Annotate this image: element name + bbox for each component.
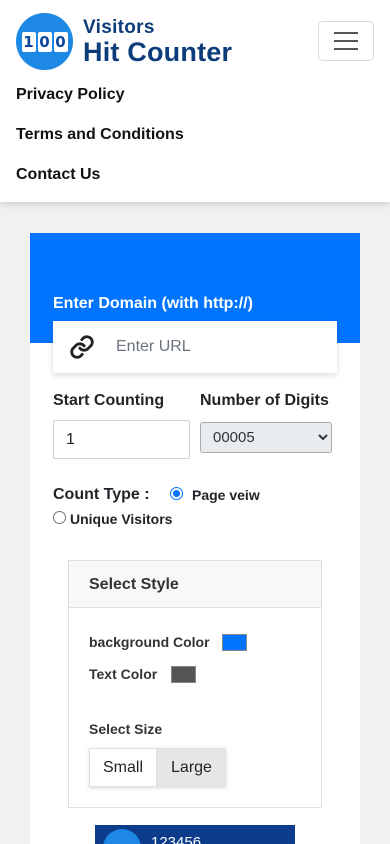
url-input[interactable]	[111, 338, 321, 356]
radio-unique-visitors-label: Unique Visitors	[70, 511, 173, 527]
hamburger-icon-bar	[334, 48, 358, 50]
select-style-title: Select Style	[89, 576, 179, 593]
logo-digit: 1	[21, 31, 36, 52]
size-small-button[interactable]: Small	[89, 748, 158, 787]
menu-toggle-button[interactable]	[318, 21, 374, 61]
select-style-card: Select Style background Color Text Color…	[68, 560, 322, 808]
counter-preview-number: 123456	[151, 834, 202, 844]
navbar: 1 0 0 Visitors Hit Counter Privacy Polic…	[0, 0, 390, 202]
link-icon	[53, 321, 111, 373]
size-large-button[interactable]: Large	[157, 748, 226, 787]
radio-page-view[interactable]	[170, 487, 183, 500]
logo-line-hit-counter: Hit Counter	[83, 36, 233, 67]
logo-text: Visitors Hit Counter	[83, 16, 233, 67]
size-button-group: Small Large	[89, 748, 226, 787]
text-color-label: Text Color	[89, 666, 158, 682]
number-of-digits-select[interactable]: 00005	[200, 422, 332, 453]
counter-logo-icon	[103, 829, 141, 844]
radio-unique-visitors[interactable]	[53, 511, 66, 524]
domain-label: Enter Domain (with http://)	[53, 295, 253, 312]
nav-link-contact[interactable]: Contact Us	[16, 166, 100, 184]
background-color-swatch[interactable]	[222, 634, 247, 651]
site-logo[interactable]: 1 0 0 Visitors Hit Counter	[16, 13, 232, 70]
nav-link-terms[interactable]: Terms and Conditions	[16, 126, 184, 144]
start-counting-input[interactable]	[53, 420, 190, 459]
hamburger-icon-bar	[334, 40, 358, 42]
logo-digit: 0	[53, 31, 68, 52]
logo-line-visitors: Visitors	[83, 16, 155, 38]
url-input-group	[53, 321, 337, 373]
logo-digit: 0	[37, 31, 52, 52]
hamburger-icon-bar	[334, 32, 358, 34]
background-color-label: background Color	[89, 634, 210, 650]
nav-link-privacy-policy[interactable]: Privacy Policy	[16, 86, 125, 104]
select-style-header: Select Style	[69, 561, 321, 608]
radio-page-view-label: Page veiw	[192, 487, 260, 503]
text-color-swatch[interactable]	[171, 666, 196, 683]
counter-logo-icon: 1 0 0	[16, 13, 73, 70]
counter-preview: 123456	[95, 825, 295, 844]
select-size-label: Select Size	[89, 721, 163, 737]
count-type-label: Count Type :	[53, 486, 150, 503]
start-counting-label: Start Counting	[53, 392, 165, 409]
number-of-digits-label: Number of Digits	[200, 392, 329, 409]
